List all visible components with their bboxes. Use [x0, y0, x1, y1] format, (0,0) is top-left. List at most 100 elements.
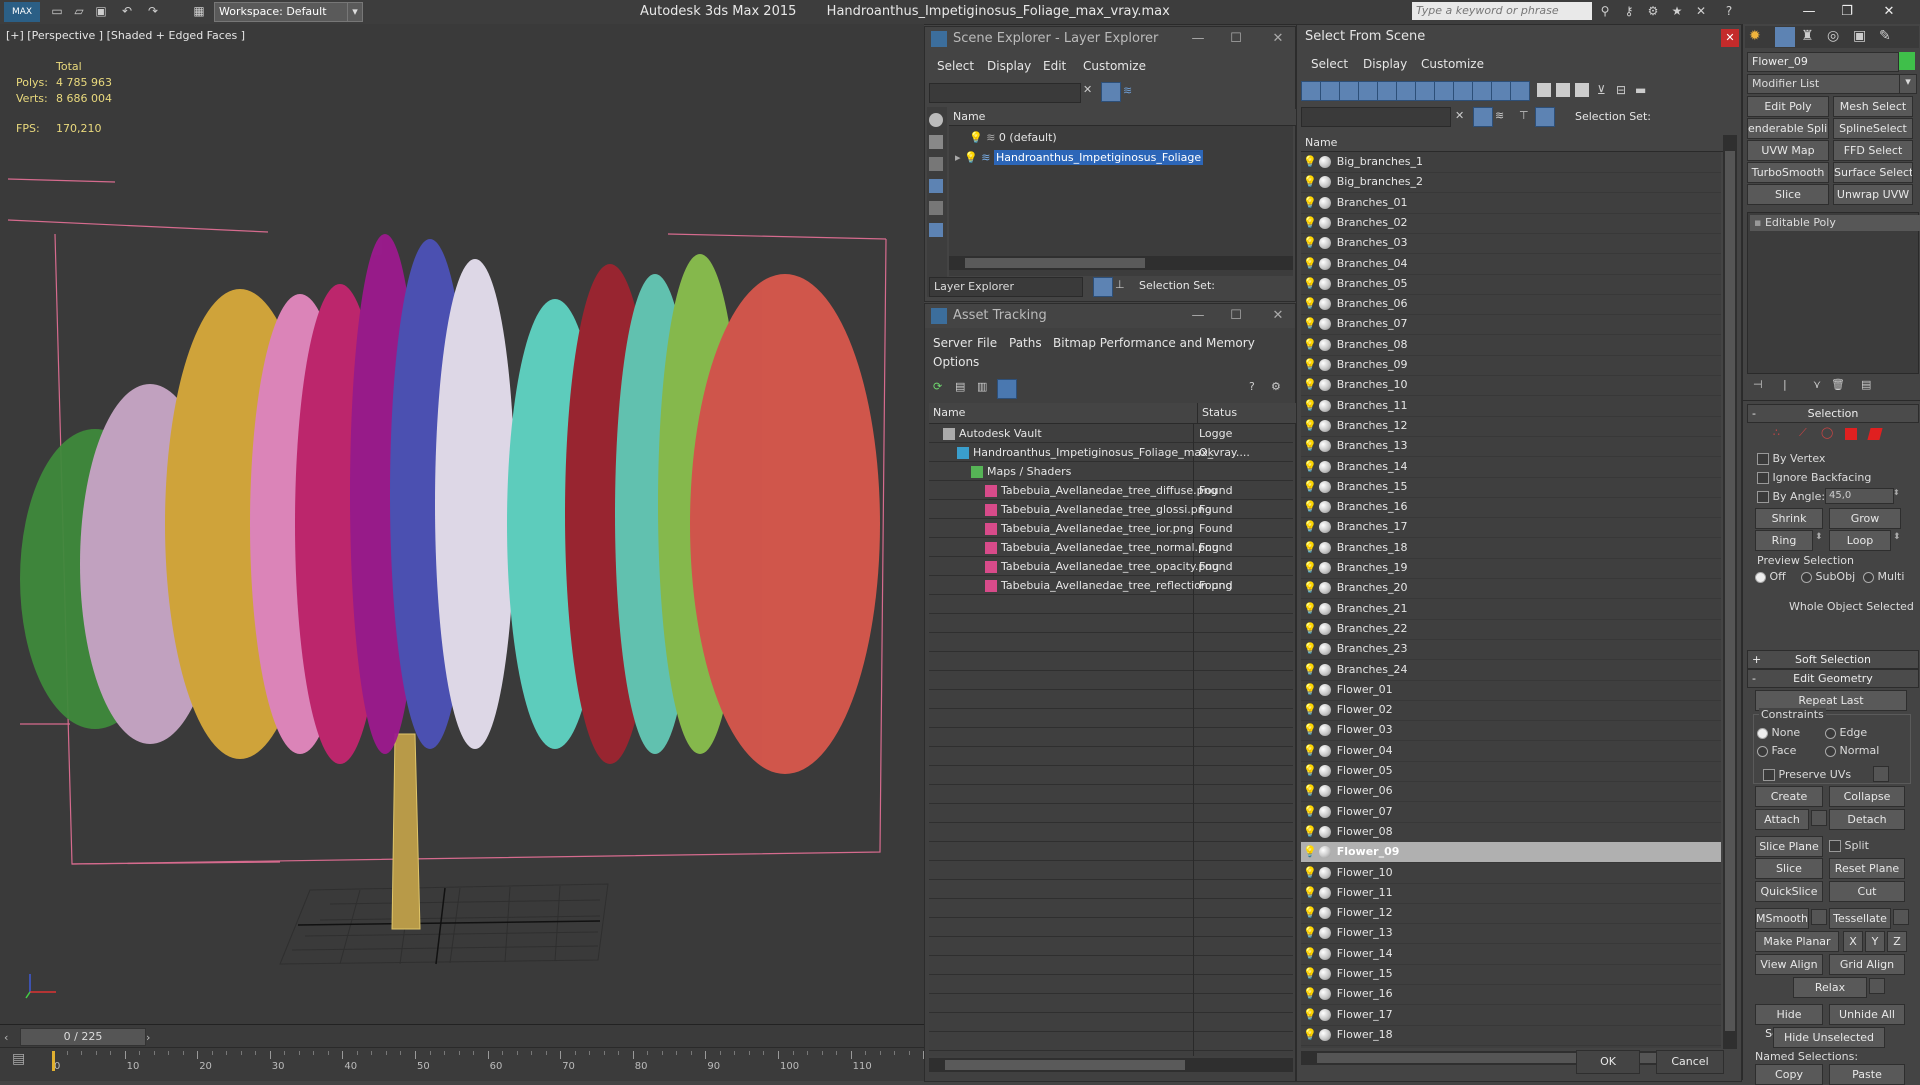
lightbulb-icon[interactable]: 💡	[1303, 825, 1317, 838]
asset-row[interactable]: Maps / Shaders	[929, 462, 1293, 481]
object-row[interactable]: 💡 Branches_22	[1301, 619, 1721, 640]
object-row[interactable]: 💡 Flower_05	[1301, 761, 1721, 782]
object-row[interactable]: 💡 Branches_05	[1301, 274, 1721, 295]
cameras-filter-icon[interactable]	[1415, 81, 1435, 101]
by-angle-checkbox[interactable]	[1757, 491, 1769, 503]
object-row[interactable]: 💡 Branches_17	[1301, 517, 1721, 539]
exchange-icon[interactable]: ✕	[1692, 3, 1710, 20]
create-button[interactable]: Create	[1755, 786, 1823, 807]
object-name-field[interactable]: Flower_09	[1747, 52, 1899, 72]
display-dependencies-icon[interactable]	[1575, 83, 1589, 97]
save-icon[interactable]: ▣	[92, 3, 110, 20]
object-row[interactable]: 💡 Branches_08	[1301, 335, 1721, 356]
by-vertex-option[interactable]: By Vertex	[1757, 452, 1825, 465]
lightbulb-icon[interactable]: 💡	[1303, 967, 1317, 980]
chevron-down-icon[interactable]: ▾	[1899, 74, 1917, 94]
column-header-name[interactable]: Name	[1301, 135, 1725, 152]
redo-icon[interactable]: ↷	[144, 3, 162, 20]
hide-selected-button[interactable]: Hide Selected	[1755, 1004, 1823, 1040]
lightbulb-icon[interactable]: 💡	[1303, 500, 1317, 513]
lightbulb-icon[interactable]: 💡	[1303, 845, 1317, 858]
asset-row[interactable]: Handroanthus_Impetiginosus_Foliage_max_v…	[929, 443, 1293, 462]
list-view-icon[interactable]: ▤	[955, 380, 965, 393]
display-objects-icon[interactable]	[929, 113, 943, 127]
cut-button[interactable]: Cut	[1829, 881, 1905, 902]
modifier-button[interactable]: Mesh Select	[1833, 96, 1913, 117]
create-tab-icon[interactable]: ✹	[1749, 28, 1761, 44]
modifier-button[interactable]: TurboSmooth	[1747, 162, 1829, 183]
stack-item[interactable]: ▪ Editable Poly	[1750, 215, 1920, 231]
restore-icon[interactable]: ❐	[1830, 0, 1864, 24]
menu-edit[interactable]: Edit	[1043, 59, 1066, 73]
modifier-button[interactable]: SplineSelect	[1833, 118, 1913, 139]
object-row[interactable]: 💡 Flower_12	[1301, 903, 1721, 925]
cancel-button[interactable]: Cancel	[1656, 1050, 1724, 1074]
msmooth-button[interactable]: MSmooth	[1755, 908, 1809, 929]
filter-icon[interactable]	[1101, 82, 1121, 102]
pin-stack-icon[interactable]: ⊣	[1753, 378, 1763, 391]
modifier-list-dropdown[interactable]: Modifier List	[1747, 74, 1903, 94]
menu-display[interactable]: Display	[987, 59, 1031, 73]
layer-row[interactable]: 💡 ≋ 0 (default)	[949, 128, 1293, 147]
view-align-button[interactable]: View Align	[1755, 954, 1823, 975]
menu-display[interactable]: Display	[1363, 57, 1407, 71]
menu-file[interactable]: File	[977, 336, 997, 350]
lightbulb-icon[interactable]: 💡	[1303, 947, 1317, 960]
preserve-uvs-checkbox[interactable]	[1763, 769, 1775, 781]
lightbulb-icon[interactable]: 💡	[1303, 764, 1317, 777]
explorer-type-dropdown[interactable]: Layer Explorer	[929, 277, 1083, 297]
project-icon[interactable]: ▦	[190, 3, 208, 20]
column-header-status[interactable]: Status	[1198, 403, 1298, 424]
preserve-uvs-option[interactable]: Preserve UVs	[1763, 768, 1851, 781]
name-filter-input[interactable]	[1301, 107, 1451, 127]
constraint-edge-option[interactable]: Edge	[1825, 726, 1867, 739]
menu-select[interactable]: Select	[1311, 57, 1348, 71]
lightbulb-icon[interactable]: 💡	[1303, 663, 1317, 676]
paste-button[interactable]: Paste	[1829, 1064, 1905, 1085]
asset-row[interactable]: Tabebuia_Avellanedae_tree_diffuse.png Fou…	[929, 481, 1293, 500]
clear-icon[interactable]: ✕	[1083, 83, 1097, 96]
object-row[interactable]: 💡 Flower_07	[1301, 802, 1721, 823]
lightbulb-icon[interactable]: 💡	[1303, 439, 1317, 452]
relax-button[interactable]: Relax	[1793, 977, 1867, 998]
show-end-result-icon[interactable]: |	[1783, 378, 1787, 391]
selection-rollout-header[interactable]: - Selection	[1747, 404, 1919, 423]
mini-curve-editor-icon[interactable]: ▤	[12, 1051, 34, 1073]
object-row[interactable]: 💡 Flower_13	[1301, 923, 1721, 945]
lightbulb-icon[interactable]: 💡	[1303, 520, 1317, 533]
column-header-name[interactable]: Name	[949, 109, 1297, 126]
lightbulb-icon[interactable]: 💡	[1303, 622, 1317, 635]
tessellate-button[interactable]: Tessellate	[1829, 908, 1891, 929]
layers-icon[interactable]: ≋	[1123, 84, 1132, 97]
polygon-icon[interactable]	[1845, 428, 1857, 440]
object-row[interactable]: 💡 Branches_09	[1301, 355, 1721, 376]
loop-spinner-icon[interactable]: ⬍	[1893, 532, 1901, 542]
constraint-face-option[interactable]: Face	[1757, 744, 1796, 757]
object-row[interactable]: 💡 Flower_03	[1301, 720, 1721, 742]
constraint-edge-radio[interactable]	[1825, 727, 1836, 739]
hierarchy-icon[interactable]: ⊤	[1519, 109, 1529, 122]
lightbulb-icon[interactable]: 💡	[1303, 338, 1317, 351]
asset-row[interactable]: Autodesk Vault Logge	[929, 424, 1293, 443]
lightbulb-icon[interactable]: 💡	[1303, 886, 1317, 899]
preview-multi-radio[interactable]	[1863, 571, 1874, 583]
planar-z-button[interactable]: Z	[1887, 931, 1907, 952]
object-row[interactable]: 💡 Flower_10	[1301, 863, 1721, 884]
msmooth-settings-icon[interactable]	[1811, 909, 1827, 925]
object-row[interactable]: 💡 Branches_20	[1301, 578, 1721, 600]
object-row[interactable]: 💡 Flower_16	[1301, 984, 1721, 1006]
menu-paths[interactable]: Paths	[1009, 336, 1042, 350]
detach-button[interactable]: Detach	[1829, 809, 1905, 830]
ring-spinner-icon[interactable]: ⬍	[1815, 532, 1823, 542]
object-row[interactable]: 💡 Branches_14	[1301, 457, 1721, 478]
lightbulb-icon[interactable]: 💡	[1303, 744, 1317, 757]
constraint-none-radio[interactable]	[1757, 727, 1768, 739]
lightbulb-icon[interactable]: 💡	[1303, 642, 1317, 655]
asset-row[interactable]: Tabebuia_Avellanedae_tree_normal.png Foun…	[929, 538, 1293, 557]
object-row[interactable]: 💡 Flower_08	[1301, 822, 1721, 843]
modifier-button[interactable]: Surface Select	[1833, 162, 1913, 183]
collapse-button[interactable]: Collapse	[1829, 786, 1905, 807]
object-row[interactable]: 💡 Branches_15	[1301, 477, 1721, 498]
object-row[interactable]: 💡 Flower_06	[1301, 781, 1721, 803]
border-icon[interactable]: ◯	[1821, 426, 1833, 439]
